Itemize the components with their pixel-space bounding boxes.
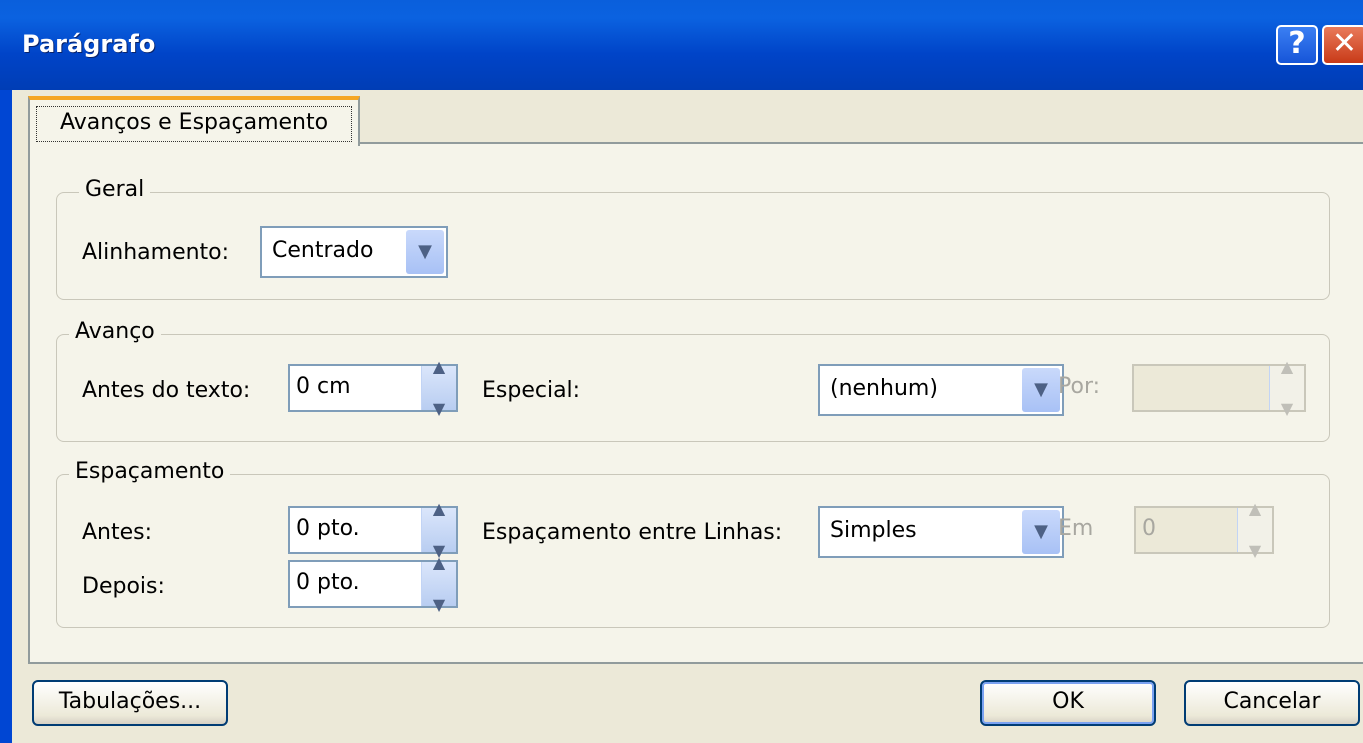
group-geral-legend: Geral [79, 177, 151, 202]
dialog-title: Parágrafo [22, 30, 156, 58]
em-value: 0 [1142, 516, 1156, 541]
chevron-down-icon[interactable]: ▼ [406, 230, 444, 274]
depois-label: Depois: [82, 574, 165, 599]
depois-field[interactable]: 0 pto. ▲ ▼ [288, 553, 458, 614]
tabulacoes-button[interactable]: Tabulações... [32, 680, 228, 726]
alinhamento-select[interactable]: Centrado ▼ [260, 226, 448, 278]
tab-panel: Geral Alinhamento: Centrado ▼ Avanço Ant… [28, 142, 1363, 664]
title-bar[interactable]: Parágrafo ? ✕ [0, 0, 1363, 90]
alinhamento-label: Alinhamento: [82, 240, 230, 265]
paragraph-dialog: Parágrafo ? ✕ Avanços e Espaçamento Gera… [0, 0, 1363, 743]
close-button[interactable]: ✕ [1322, 25, 1363, 65]
chevron-down-icon[interactable]: ▼ [1022, 510, 1060, 554]
cancelar-button[interactable]: Cancelar [1184, 680, 1360, 726]
em-field[interactable]: 0 ▲ ▼ [1134, 499, 1274, 560]
window-frame [0, 90, 12, 743]
close-icon: ✕ [1331, 26, 1358, 61]
help-icon: ? [1288, 26, 1306, 61]
antes-label: Antes: [82, 520, 153, 545]
alinhamento-value: Centrado [272, 238, 374, 263]
help-button[interactable]: ? [1276, 25, 1318, 65]
especial-select[interactable]: (nenhum) ▼ [818, 364, 1064, 416]
antes-value: 0 pto. [296, 516, 360, 541]
antes-texto-label: Antes do texto: [82, 378, 251, 403]
depois-value: 0 pto. [296, 570, 360, 595]
spin-updown-icon[interactable]: ▲ ▼ [1237, 499, 1272, 560]
entre-linhas-value: Simples [830, 518, 917, 543]
antes-texto-field[interactable]: 0 cm ▲ ▼ [288, 357, 458, 418]
tab-label: Avanços e Espaçamento [36, 106, 352, 142]
spin-updown-icon[interactable]: ▲ ▼ [421, 357, 456, 418]
especial-label: Especial: [482, 378, 581, 403]
ok-button[interactable]: OK [980, 680, 1156, 726]
group-espacamento-legend: Espaçamento [69, 459, 231, 484]
tab-avancos-espacamento[interactable]: Avanços e Espaçamento [28, 96, 360, 146]
entre-linhas-select[interactable]: Simples ▼ [818, 506, 1064, 558]
antes-texto-value: 0 cm [296, 374, 351, 399]
por-label: Por: [1058, 374, 1101, 399]
spin-updown-icon[interactable]: ▲ ▼ [1269, 357, 1304, 418]
por-field[interactable]: ▲ ▼ [1132, 357, 1306, 418]
spin-updown-icon[interactable]: ▲ ▼ [421, 553, 456, 614]
em-label: Em [1058, 516, 1094, 541]
entre-linhas-label: Espaçamento entre Linhas: [482, 520, 783, 545]
chevron-down-icon[interactable]: ▼ [1022, 368, 1060, 412]
group-avanco-legend: Avanço [69, 319, 161, 344]
especial-value: (nenhum) [830, 376, 938, 401]
group-geral: Geral [56, 177, 1330, 300]
